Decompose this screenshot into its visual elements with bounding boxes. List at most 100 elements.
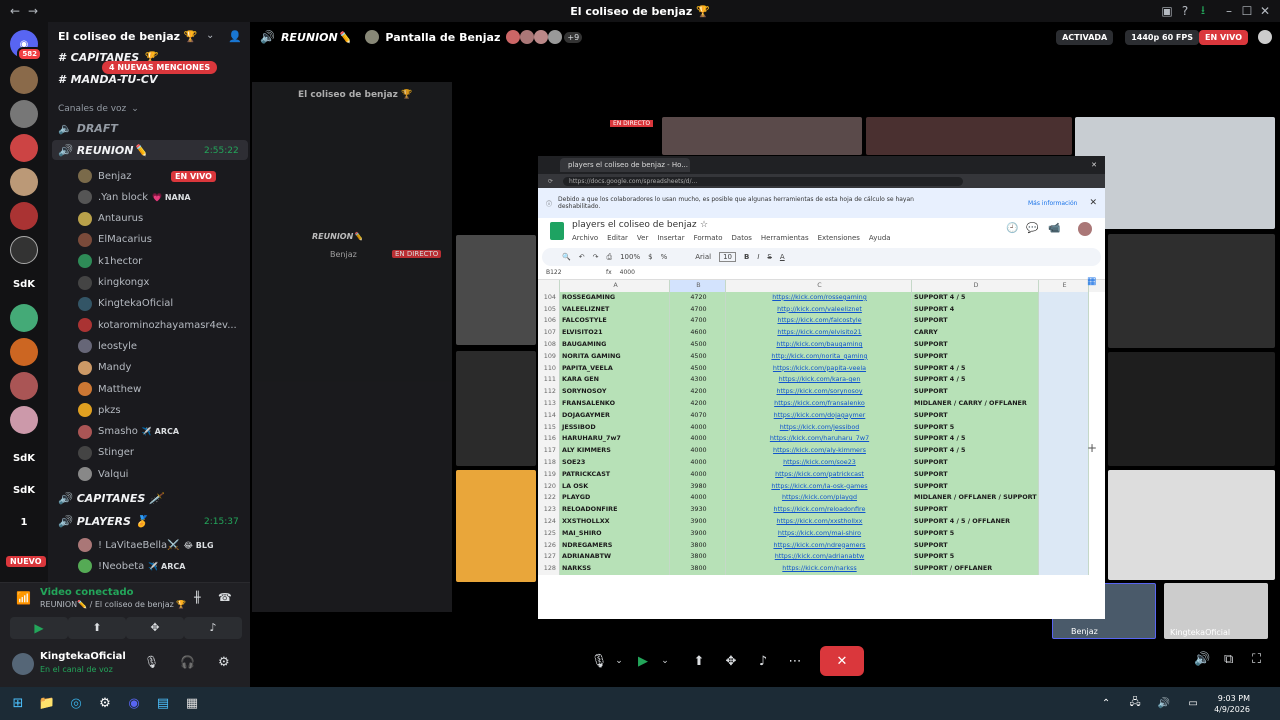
cell-link[interactable]: https://kick.com/fransalenko — [726, 397, 912, 410]
cell-link[interactable]: https://kick.com/aly-kimmers — [726, 445, 912, 457]
screen-share-label[interactable]: Pantalla de Benjaz — [385, 31, 500, 44]
row-number[interactable]: 120 — [538, 480, 560, 493]
cell-role[interactable]: SUPPORT — [912, 409, 1039, 422]
formula-input[interactable]: 4000 — [620, 269, 635, 276]
channel-manda-tu-cv[interactable]: # MANDA-TU-CV — [58, 73, 158, 86]
cell-points[interactable]: 4000 — [670, 445, 726, 457]
cell-empty[interactable] — [1039, 445, 1089, 457]
cell-points[interactable]: 3800 — [670, 539, 726, 552]
cell-empty[interactable] — [1039, 409, 1089, 422]
cell-points[interactable]: 4200 — [670, 397, 726, 410]
url-input[interactable]: https://docs.google.com/spreadsheets/d/.… — [563, 176, 964, 186]
cell-empty[interactable] — [1039, 421, 1089, 434]
cell-name[interactable]: MAI_SHIRO — [560, 527, 670, 540]
add-icon[interactable]: + — [1087, 441, 1097, 455]
col-header[interactable]: C — [726, 280, 912, 292]
cell-points[interactable]: 3900 — [670, 515, 726, 528]
cell-points[interactable]: 4000 — [670, 468, 726, 481]
chevron-down-icon[interactable]: ⌄ — [654, 650, 676, 672]
cell-points[interactable]: 3800 — [670, 563, 726, 575]
col-header[interactable]: B — [670, 280, 726, 292]
cell-empty[interactable] — [1039, 350, 1089, 363]
cell-name[interactable]: HARUHARU_7w7 — [560, 433, 670, 446]
cell-name[interactable]: LA OSK — [560, 480, 670, 493]
server-icon[interactable] — [10, 202, 38, 230]
table-row[interactable]: 127 ADRIANABTW 3800 https://kick.com/adrian… — [538, 551, 1105, 564]
row-number[interactable]: 122 — [538, 492, 560, 505]
table-row[interactable]: 114 DOJAGAYMER 4070 https://kick.com/dojaga… — [538, 409, 1105, 422]
video-tile[interactable] — [456, 235, 536, 345]
cell-empty[interactable] — [1039, 327, 1089, 339]
server-sdk[interactable]: SdK — [10, 444, 38, 472]
cell-name[interactable]: FRANSALENKO — [560, 397, 670, 410]
channel-players[interactable]: 🔊 PLAYERS 🏅 — [58, 515, 148, 528]
cell-link[interactable]: https://kick.com/haruharu_7w7 — [726, 433, 912, 446]
table-row[interactable]: 116 HARUHARU_7w7 4000 https://kick.com/haru… — [538, 433, 1105, 446]
cell-points[interactable]: 3900 — [670, 527, 726, 540]
server-one[interactable]: 1 — [10, 508, 38, 536]
video-tile[interactable] — [662, 117, 862, 155]
cell-link[interactable]: https://kick.com/ndregamers — [726, 539, 912, 552]
noise-suppression-icon[interactable]: ╫ — [194, 591, 201, 604]
cell-empty[interactable] — [1039, 480, 1089, 493]
font-size-input[interactable]: 10 — [719, 252, 736, 262]
cell-role[interactable]: MIDLANER / OFFLANER / SUPPORT — [912, 492, 1039, 505]
chevron-down-icon[interactable]: ⌄ — [608, 650, 630, 672]
cell-reference[interactable]: B122 — [546, 269, 586, 276]
corner-cell[interactable] — [538, 280, 560, 292]
edge-icon[interactable]: ◎ — [65, 693, 87, 715]
extra-viewers[interactable]: +9 — [564, 31, 583, 43]
close-icon[interactable]: ✕ — [1091, 161, 1097, 169]
doc-title[interactable]: players el coliseo de benjaz — [572, 220, 697, 230]
server-icon[interactable] — [10, 236, 38, 264]
table-row[interactable]: 106 FALCOSTYLE 4700 https://kick.com/falcos… — [538, 315, 1105, 328]
fullscreen-icon[interactable]: ⛶ — [1252, 652, 1261, 667]
undo-icon[interactable]: ↶ — [579, 253, 585, 261]
cell-name[interactable]: BAUGAMING — [560, 338, 670, 351]
cell-points[interactable]: 4000 — [670, 421, 726, 434]
settings-icon[interactable]: ⚙ — [94, 693, 116, 715]
server-icon[interactable] — [10, 304, 38, 332]
server-icon[interactable] — [10, 100, 38, 128]
camera-icon[interactable]: ▶ — [632, 650, 654, 672]
video-tile[interactable] — [1108, 470, 1275, 580]
disconnect-icon[interactable]: ☎ — [218, 591, 232, 604]
cell-points[interactable]: 4000 — [670, 433, 726, 446]
cell-role[interactable]: SUPPORT 4 — [912, 303, 1039, 316]
chevron-down-icon[interactable]: ⌄ — [206, 30, 214, 41]
cell-role[interactable]: SUPPORT — [912, 539, 1039, 552]
cell-name[interactable]: XXSTHOLLXX — [560, 515, 670, 528]
percent-icon[interactable]: % — [661, 253, 668, 261]
menu-item[interactable]: Insertar — [657, 234, 684, 242]
microphone-icon[interactable]: 🎙 — [588, 650, 610, 672]
row-number[interactable]: 111 — [538, 374, 560, 387]
cell-points[interactable]: 4500 — [670, 362, 726, 375]
row-number[interactable]: 127 — [538, 551, 560, 564]
cell-empty[interactable] — [1039, 527, 1089, 540]
server-icon[interactable] — [10, 168, 38, 196]
table-row[interactable]: 115 JESSIBOD 4000 https://kick.com/jessibod… — [538, 421, 1105, 434]
cell-link[interactable]: http://kick.com/norita_gaming — [726, 350, 912, 363]
video-tile[interactable] — [1075, 117, 1275, 229]
cell-link[interactable]: https://kick.com/xxsthollxx — [726, 515, 912, 528]
cell-empty[interactable] — [1039, 456, 1089, 469]
video-tile[interactable] — [866, 117, 1072, 155]
popout-icon[interactable]: ⧉ — [1224, 652, 1233, 667]
cell-link[interactable]: https://kick.com/la-osk-games — [726, 480, 912, 493]
meet-icon[interactable]: 📹 — [1048, 223, 1060, 234]
headphones-icon[interactable]: 🎧 — [180, 655, 195, 669]
cell-empty[interactable] — [1039, 504, 1089, 516]
history-icon[interactable]: 🕘 — [1006, 223, 1018, 234]
cell-role[interactable]: SUPPORT — [912, 504, 1039, 516]
avatar[interactable] — [12, 653, 34, 675]
voice-location[interactable]: REUNION✏️ / El coliseo de benjaz 🏆 — [40, 600, 190, 609]
cell-name[interactable]: NORITA GAMING — [560, 350, 670, 363]
row-number[interactable]: 116 — [538, 433, 560, 446]
search-icon[interactable]: 🔍 — [562, 253, 571, 261]
cell-name[interactable]: ADRIANABTW — [560, 551, 670, 564]
cell-role[interactable]: CARRY — [912, 327, 1039, 339]
cell-role[interactable]: SUPPORT / OFFLANER — [912, 563, 1039, 575]
share-screen-icon[interactable]: ⬆ — [688, 650, 710, 672]
activities-icon[interactable]: ✥ — [720, 650, 742, 672]
cell-empty[interactable] — [1039, 563, 1089, 575]
